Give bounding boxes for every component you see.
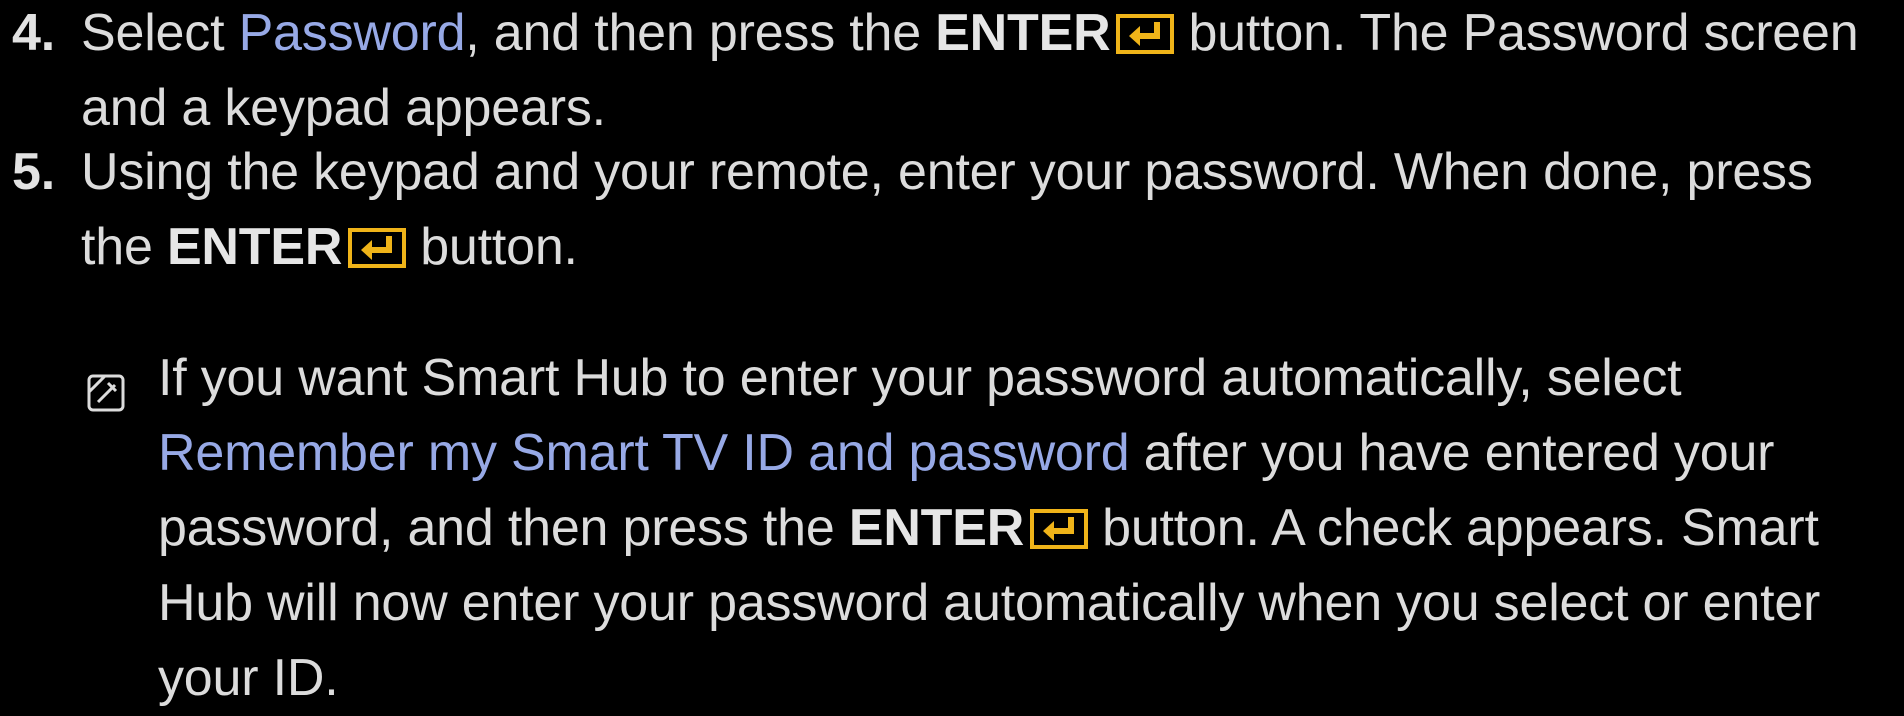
enter-button-label: ENTER xyxy=(935,4,1111,62)
step-number: 5. xyxy=(12,143,55,201)
step-text: Select Password, and then press the ENTE… xyxy=(81,0,1904,146)
step-text: Using the keypad and your remote, enter … xyxy=(81,135,1904,285)
step-line: Select Password, and then press the ENTE… xyxy=(81,4,1859,62)
enter-button-label: ENTER xyxy=(848,499,1025,557)
enter-key-icon xyxy=(1116,14,1175,54)
enter-key-icon xyxy=(1030,509,1089,549)
step-line: Using the keypad and your remote, enter … xyxy=(81,143,1813,201)
enter-button-label: ENTER xyxy=(166,218,343,276)
manual-page: 4. Select Password, and then press the E… xyxy=(0,0,1904,707)
note-icon xyxy=(86,359,126,412)
enter-key-icon xyxy=(348,228,407,268)
step-number: 4. xyxy=(12,4,55,62)
note-line: password, and then press the ENTER button… xyxy=(158,499,1819,557)
note-line: Hub will now enter your password automat… xyxy=(158,574,1821,632)
note-text: If you want Smart Hub to enter your pass… xyxy=(158,341,1904,716)
note-line: Remember my Smart TV ID and password aft… xyxy=(158,424,1775,482)
note-line: If you want Smart Hub to enter your pass… xyxy=(158,349,1682,407)
menu-option-password: Password xyxy=(238,4,466,62)
menu-option-remember-id: Remember my Smart TV ID and password xyxy=(158,424,1130,482)
note-line: your ID. xyxy=(158,649,339,707)
step-line: the ENTER button. xyxy=(81,218,578,276)
